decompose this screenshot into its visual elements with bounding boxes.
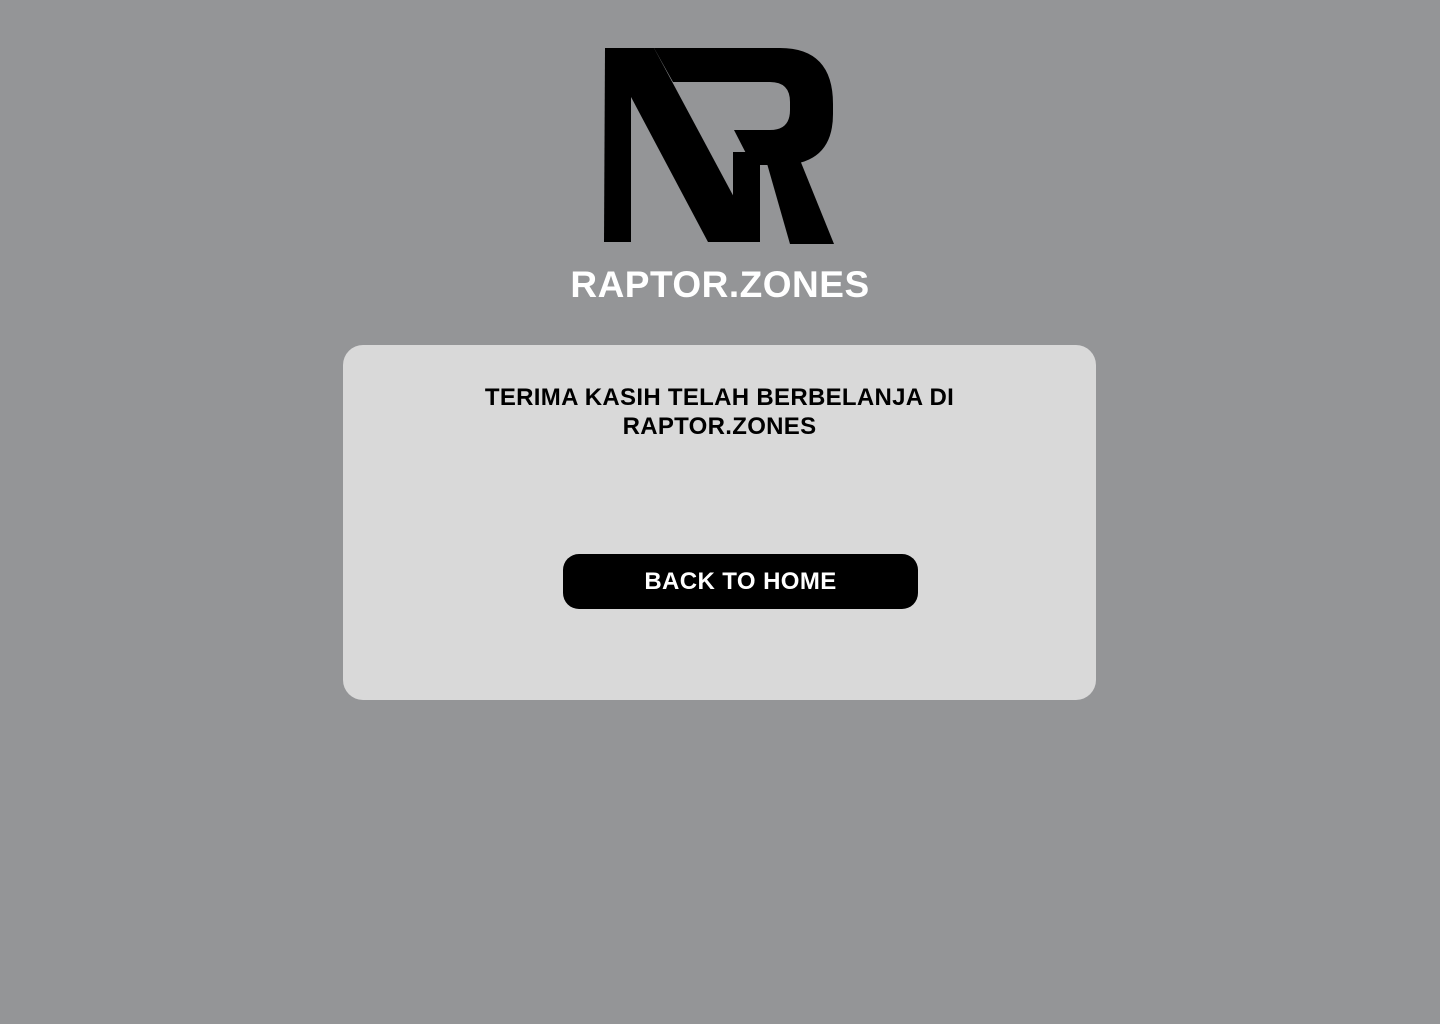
nr-logo-icon — [604, 48, 834, 244]
thank-you-page: RAPTOR.ZONES TERIMA KASIH TELAH BERBELAN… — [0, 0, 1440, 1024]
brand-name: RAPTOR.ZONES — [570, 264, 870, 305]
thank-you-message: TERIMA KASIH TELAH BERBELANJA DI RAPTOR.… — [484, 384, 955, 440]
thank-you-card: TERIMA KASIH TELAH BERBELANJA DI RAPTOR.… — [343, 345, 1096, 700]
back-to-home-button[interactable]: BACK TO HOME — [563, 554, 918, 609]
